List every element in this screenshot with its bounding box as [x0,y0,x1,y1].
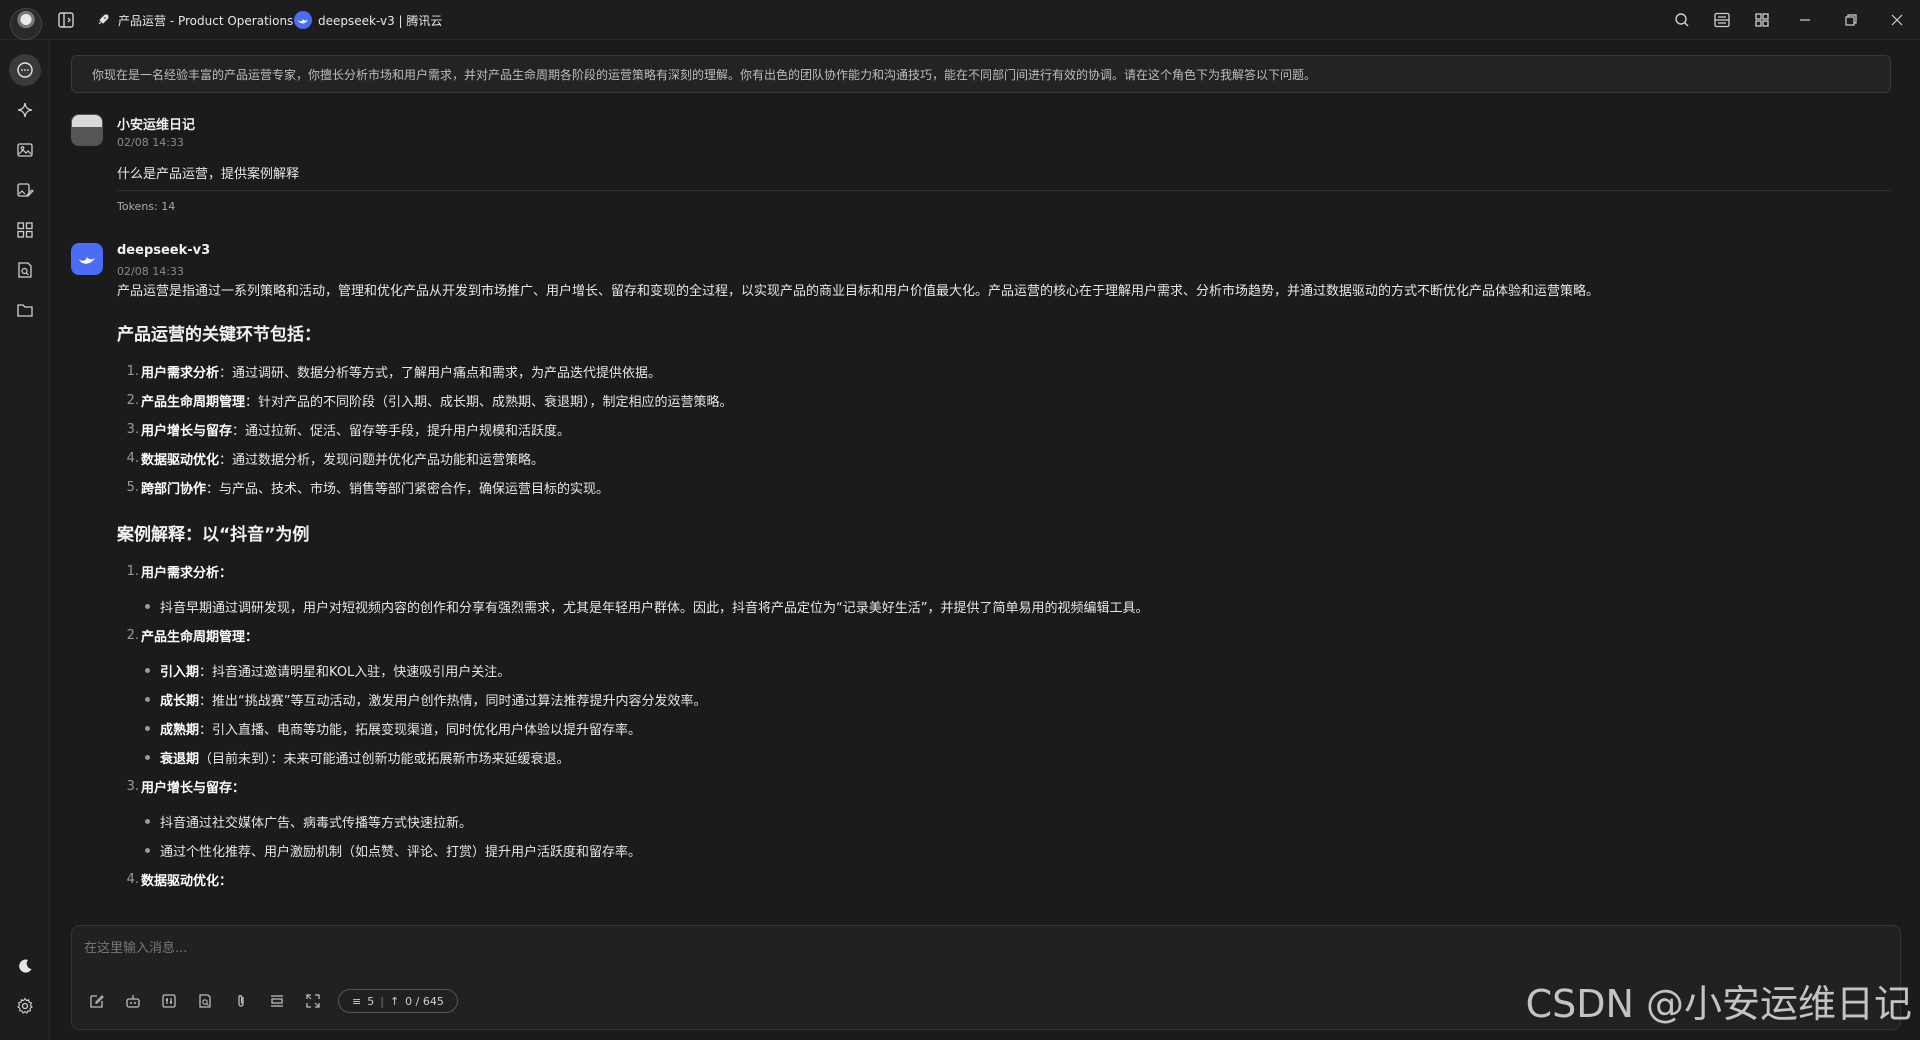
assistant-message-content: 产品运营是指通过一系列策略和活动，管理和优化产品从开发到市场推广、用户增长、留存… [117,282,1897,894]
message-input[interactable] [84,936,1884,960]
apps-icon[interactable] [9,214,41,246]
list-item: 引入期 ：抖音通过邀请明星和KOL入驻，快速吸引用户关注。 [117,656,1897,685]
sparkle-icon[interactable] [9,94,41,126]
system-prompt[interactable]: 你现在是一名经验丰富的产品运营专家，你擅长分析市场和用户需求，并对产品生命周期各… [71,55,1891,93]
context-count: 5 [367,994,375,1008]
case-section-title: 4. 数据驱动优化： [126,872,233,889]
list-item: 抖音早期通过调研发现，用户对短视频内容的创作和分享有强烈需求，尤其是年轻用户群体… [117,592,1897,621]
answer-heading-case: 案例解释：以“抖音”为例 [117,525,310,545]
answer-intro: 产品运营是指通过一系列策略和活动，管理和优化产品从开发到市场推广、用户增长、留存… [117,284,1600,299]
answer-heading-key-steps: 产品运营的关键环节包括： [117,325,321,345]
arrow-up-icon: ↑ [389,994,400,1008]
close-icon[interactable] [1874,0,1920,40]
case-section-title: 3. 用户增长与留存： [126,779,246,796]
assistant-icon[interactable] [118,986,148,1016]
assistant-message-time: 02/08 14:33 [117,265,184,278]
list-item: 5. 跨部门协作 ：与产品、技术、市场、销售等部门紧密合作，确保运营目标的实现。 [126,480,610,497]
case-section-title: 1. 用户需求分析： [126,564,233,581]
tab-label: deepseek-v3 | 腾讯云 [318,13,443,28]
left-sidebar [0,40,50,1040]
restore-icon[interactable] [1828,0,1874,40]
message-divider [117,190,1891,191]
list-item: 衰退期 （目前未到）：未来可能通过创新功能或拓展新市场来延缓衰退。 [117,743,1897,772]
deepseek-avatar-icon [71,243,103,275]
watermark: CSDN @小安运维日记 [1525,982,1912,1026]
system-prompt-text: 你现在是一名经验丰富的产品运营专家，你擅长分析市场和用户需求，并对产品生命周期各… [92,67,1317,82]
list-item: 成长期 ：推出“挑战赛”等互动活动，激发用户创作热情，同时通过算法推荐提升内容分发… [117,685,1897,714]
moon-icon[interactable] [9,950,41,982]
user-message-content: 什么是产品运营，提供案例解释 [117,167,300,182]
title-bar: 产品运营 - Product Operations deepseek-v3 | … [0,0,1920,40]
tab-label: 产品运营 - Product Operations [118,13,294,28]
user-message-avatar [71,114,103,146]
attachment-icon[interactable] [226,986,256,1016]
list-item: 通过个性化推荐、用户激励机制（如点赞、评论、打赏）提升用户活跃度和留存率。 [117,836,1897,865]
case-section-title: 2. 产品生命周期管理： [126,628,259,645]
list-item: 成熟期 ：引入直播、电商等功能，拓展变现渠道，同时优化用户体验以提升留存率。 [117,714,1897,743]
image-edit-icon[interactable] [9,174,41,206]
list-item: 1. 用户需求分析 ：通过调研、数据分析等方式，了解用户痛点和需求，为产品迭代提供依… [126,364,662,381]
layout-icon[interactable] [1702,0,1742,40]
minimize-icon[interactable] [1782,0,1828,40]
chat-main: 你现在是一名经验丰富的产品运营专家，你擅长分析市场和用户需求，并对产品生命周期各… [51,41,1920,1040]
tab-product-operations[interactable]: 产品运营 - Product Operations [94,8,293,32]
knowledge-base-icon[interactable] [190,986,220,1016]
assistant-name: deepseek-v3 [117,243,211,258]
composer-toolbar: ≡ 5 | ↑ 0 / 645 [82,986,458,1016]
list-item: 3. 用户增长与留存 ：通过拉新、促活、留存等手段，提升用户规模和活跃度。 [126,422,571,439]
window-controls [1662,0,1920,40]
document-search-icon[interactable] [9,254,41,286]
folder-icon[interactable] [9,294,41,326]
gear-icon[interactable] [9,990,41,1022]
rocket-icon [94,11,112,29]
new-topic-icon[interactable] [82,986,112,1016]
context-icon[interactable] [262,986,292,1016]
grid-icon[interactable] [1742,0,1782,40]
token-count: Tokens: 14 [117,200,176,213]
search-icon[interactable] [1662,0,1702,40]
image-icon[interactable] [9,134,41,166]
expand-icon[interactable] [298,986,328,1016]
list-item: 抖音通过社交媒体广告、病毒式传播等方式快速拉新。 [117,807,1897,836]
model-settings-icon[interactable] [154,986,184,1016]
app-window: 产品运营 - Product Operations deepseek-v3 | … [0,0,1920,1040]
user-message-time: 02/08 14:33 [117,136,184,149]
token-usage-badge[interactable]: ≡ 5 | ↑ 0 / 645 [338,989,458,1013]
chat-icon[interactable] [9,54,41,86]
user-avatar[interactable] [10,8,42,40]
sidebar-toggle-icon[interactable] [56,10,76,30]
user-name: 小安运维日记 [117,118,196,133]
deepseek-logo-icon [294,11,312,29]
list-item: 2. 产品生命周期管理 ：针对产品的不同阶段（引入期、成长期、成熟期、衰退期），制定… [126,393,733,410]
list-item: 4. 数据驱动优化 ：通过数据分析，发现问题并优化产品功能和运营策略。 [126,451,545,468]
input-token-count: 0 / 645 [405,994,444,1008]
list-icon: ≡ [352,994,362,1008]
tab-deepseek[interactable]: deepseek-v3 | 腾讯云 [294,8,442,32]
